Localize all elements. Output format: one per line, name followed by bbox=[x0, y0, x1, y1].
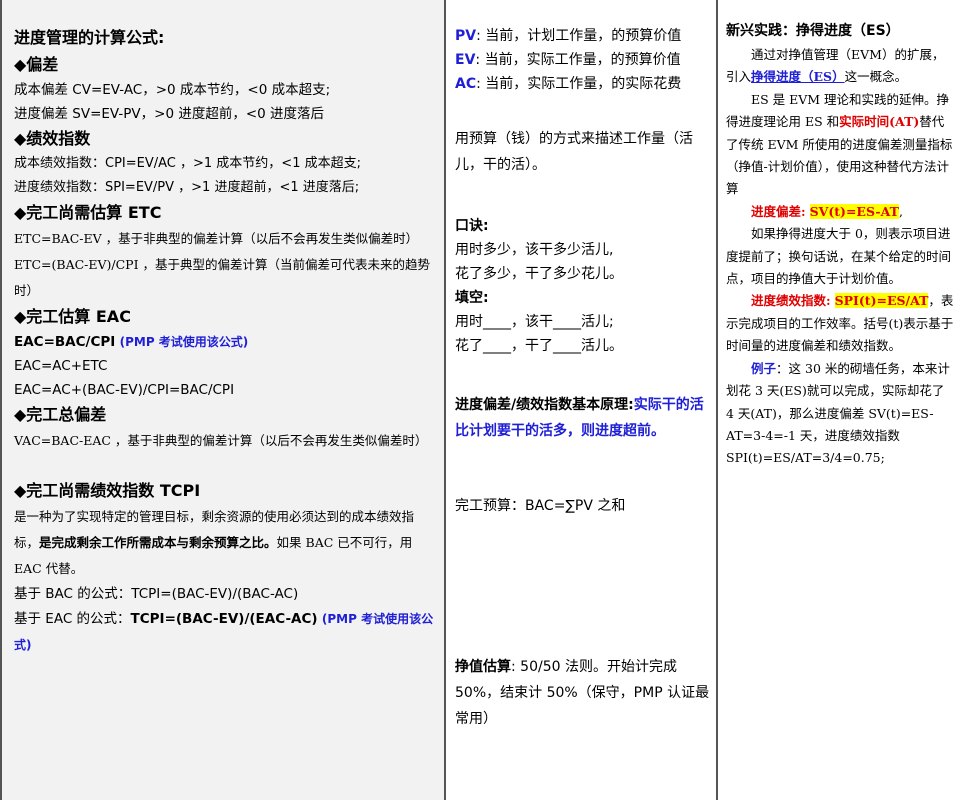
section-performance-index-heading: ◆绩效指数 bbox=[14, 129, 91, 148]
section-eac-heading: ◆完工估算 EAC bbox=[14, 307, 131, 326]
es-intro-b: 这一概念。 bbox=[844, 69, 908, 85]
earned-value-estimate: 挣值估算: 50/50 法则。开始计完成 50%，结束计 50%（保守，PMP … bbox=[455, 654, 710, 732]
cpi-formula: 成本绩效指数：CPI=EV/AC ，>1 成本节约，<1 成本超支; bbox=[14, 156, 361, 171]
vac-formula: VAC=BAC-EAC ，基于非典型的偏差计算（以后不会再发生类似偏差时） bbox=[14, 433, 428, 448]
fill-blank-line-2: 花了____，干了____活儿。 bbox=[455, 338, 623, 354]
definitions-column: PV: 当前，计划工作量，的预算价值 EV: 当前，实际工作量，的预算价值 AC… bbox=[446, 0, 718, 800]
mnemonic-line-2: 花了多少，干了多少花儿。 bbox=[455, 266, 623, 282]
ev-text: : 当前，实际工作量，的预算价值 bbox=[475, 52, 681, 68]
example-paragraph: 例子：这 30 米的砌墙任务，本来计划花 3 天(ES)就可以完成，实际却花了 … bbox=[726, 358, 956, 470]
spi-t-label: 进度绩效指数: bbox=[751, 293, 831, 309]
section-etc-heading: ◆完工尚需估算 ETC bbox=[14, 203, 162, 222]
workload-description: 用预算（钱）的方式来描述工作量（活儿，干的活）。 bbox=[455, 131, 693, 173]
principle-statement: 进度偏差/绩效指数基本原理:实际干的活比计划要干的活多，则进度超前。 bbox=[455, 392, 710, 444]
pmp-note: (PMP 考试使用该公式) bbox=[119, 335, 249, 349]
mnemonic-heading: 口诀: bbox=[455, 218, 489, 234]
tcpi-eac-label: 基于 EAC 的公式： bbox=[14, 611, 131, 627]
eac-formula-1: EAC=BAC/CPI (PMP 考试使用该公式) bbox=[14, 330, 438, 354]
sv-t-line: 进度偏差: SV(t)=ES-AT, bbox=[726, 201, 956, 223]
eac-bac-cpi: EAC=BAC/CPI bbox=[14, 334, 116, 350]
example-text: ：这 30 米的砌墙任务，本来计划花 3 天(ES)就可以完成，实际却花了 4 … bbox=[726, 360, 950, 466]
pv-definition: PV: 当前，计划工作量，的预算价值 bbox=[455, 24, 710, 48]
sheet-title: 进度管理的计算公式: bbox=[14, 28, 165, 47]
cv-formula: 成本偏差 CV=EV-AC，>0 成本节约，<0 成本超支; bbox=[14, 82, 331, 98]
tcpi-description: 是一种为了实现特定的管理目标，剩余资源的使用必须达到的成本绩效指标，是完成剩余工… bbox=[14, 504, 438, 582]
tcpi-eac-expression: TCPI=(BAC-EV)/(EAC-AC) bbox=[130, 611, 318, 627]
es-intro-paragraph: 通过对挣值管理（EVM）的扩展，引入挣得进度（ES）这一概念。 bbox=[726, 44, 956, 89]
sv-formula: 进度偏差 SV=EV-PV，>0 进度超前，<0 进度落后 bbox=[14, 106, 325, 122]
es-term: 挣得进度（ES） bbox=[751, 69, 845, 85]
sv-t-formula: SV(t)=ES-AT bbox=[809, 203, 899, 219]
fill-blank-heading: 填空: bbox=[455, 290, 489, 306]
etc-atypical-formula: ETC=BAC-EV ，基于非典型的偏差计算（以后不会再发生类似偏差时） bbox=[14, 231, 419, 246]
ev-definition: EV: 当前，实际工作量，的预算价值 bbox=[455, 48, 710, 72]
mnemonic-line-1: 用时多少，该干多少活儿, bbox=[455, 242, 614, 258]
at-term: 实际时间(AT) bbox=[839, 114, 920, 130]
spi-formula: 进度绩效指数：SPI=EV/PV ，>1 进度超前，<1 进度落后; bbox=[14, 180, 360, 195]
section-tcpi-heading: ◆完工尚需绩效指数 TCPI bbox=[14, 481, 201, 500]
sv-t-tail: , bbox=[898, 203, 903, 219]
spi-t-paragraph: 进度绩效指数: SPI(t)=ES/AT，表示完成项目的工作效率。括号(t)表示… bbox=[726, 290, 956, 357]
sv-t-explanation: 如果挣得进度大于 0，则表示项目进度提前了；换句话说，在某个给定的时间点，项目的… bbox=[726, 226, 952, 287]
ev-key: EV bbox=[455, 52, 476, 68]
section-variance-heading: ◆偏差 bbox=[14, 55, 59, 74]
example-label: 例子 bbox=[751, 360, 777, 376]
es-theory-paragraph: ES 是 EVM 理论和实践的延伸。挣得进度理论用 ES 和实际时间(AT)替代… bbox=[726, 89, 956, 201]
tcpi-desc-part-b: 是完成剩余工作所需成本与剩余预算之比。 bbox=[39, 535, 277, 550]
earned-schedule-column: 新兴实践：挣得进度（ES） 通过对挣值管理（EVM）的扩展，引入挣得进度（ES）… bbox=[718, 0, 962, 800]
tcpi-eac-formula: 基于 EAC 的公式：TCPI=(BAC-EV)/(EAC-AC) (PMP 考… bbox=[14, 606, 438, 658]
tcpi-bac-formula: 基于 BAC 的公式：TCPI=(BAC-EV)/(BAC-AC) bbox=[14, 586, 299, 602]
bac-definition: 完工预算：BAC=∑PV 之和 bbox=[455, 498, 626, 514]
etc-typical-formula: ETC=(BAC-EV)/CPI ，基于典型的偏差计算（当前偏差可代表未来的趋势… bbox=[14, 257, 431, 298]
pv-text: : 当前，计划工作量，的预算价值 bbox=[476, 28, 682, 44]
pv-key: PV bbox=[455, 28, 477, 44]
sv-t-label: 进度偏差: bbox=[751, 203, 806, 219]
section-vac-heading: ◆完工总偏差 bbox=[14, 405, 107, 424]
ac-text: : 当前，实际工作量，的实际花费 bbox=[476, 76, 682, 92]
ac-definition: AC: 当前，实际工作量，的实际花费 bbox=[455, 72, 710, 96]
fill-blank-line-1: 用时____，该干____活儿; bbox=[455, 314, 614, 330]
formula-sheet: 进度管理的计算公式: ◆偏差 成本偏差 CV=EV-AC，>0 成本节约，<0 … bbox=[0, 0, 962, 800]
principle-label: 进度偏差/绩效指数基本原理: bbox=[455, 397, 634, 413]
eac-formula-3: EAC=AC+(BAC-EV)/CPI=BAC/CPI bbox=[14, 382, 235, 398]
estimate-label: 挣值估算 bbox=[455, 659, 511, 675]
eac-formula-2: EAC=AC+ETC bbox=[14, 358, 108, 374]
spi-t-formula: SPI(t)=ES/AT bbox=[834, 293, 929, 309]
ac-key: AC bbox=[455, 76, 477, 92]
earned-schedule-title: 新兴实践：挣得进度（ES） bbox=[726, 23, 900, 39]
formulas-column: 进度管理的计算公式: ◆偏差 成本偏差 CV=EV-AC，>0 成本节约，<0 … bbox=[0, 0, 446, 800]
